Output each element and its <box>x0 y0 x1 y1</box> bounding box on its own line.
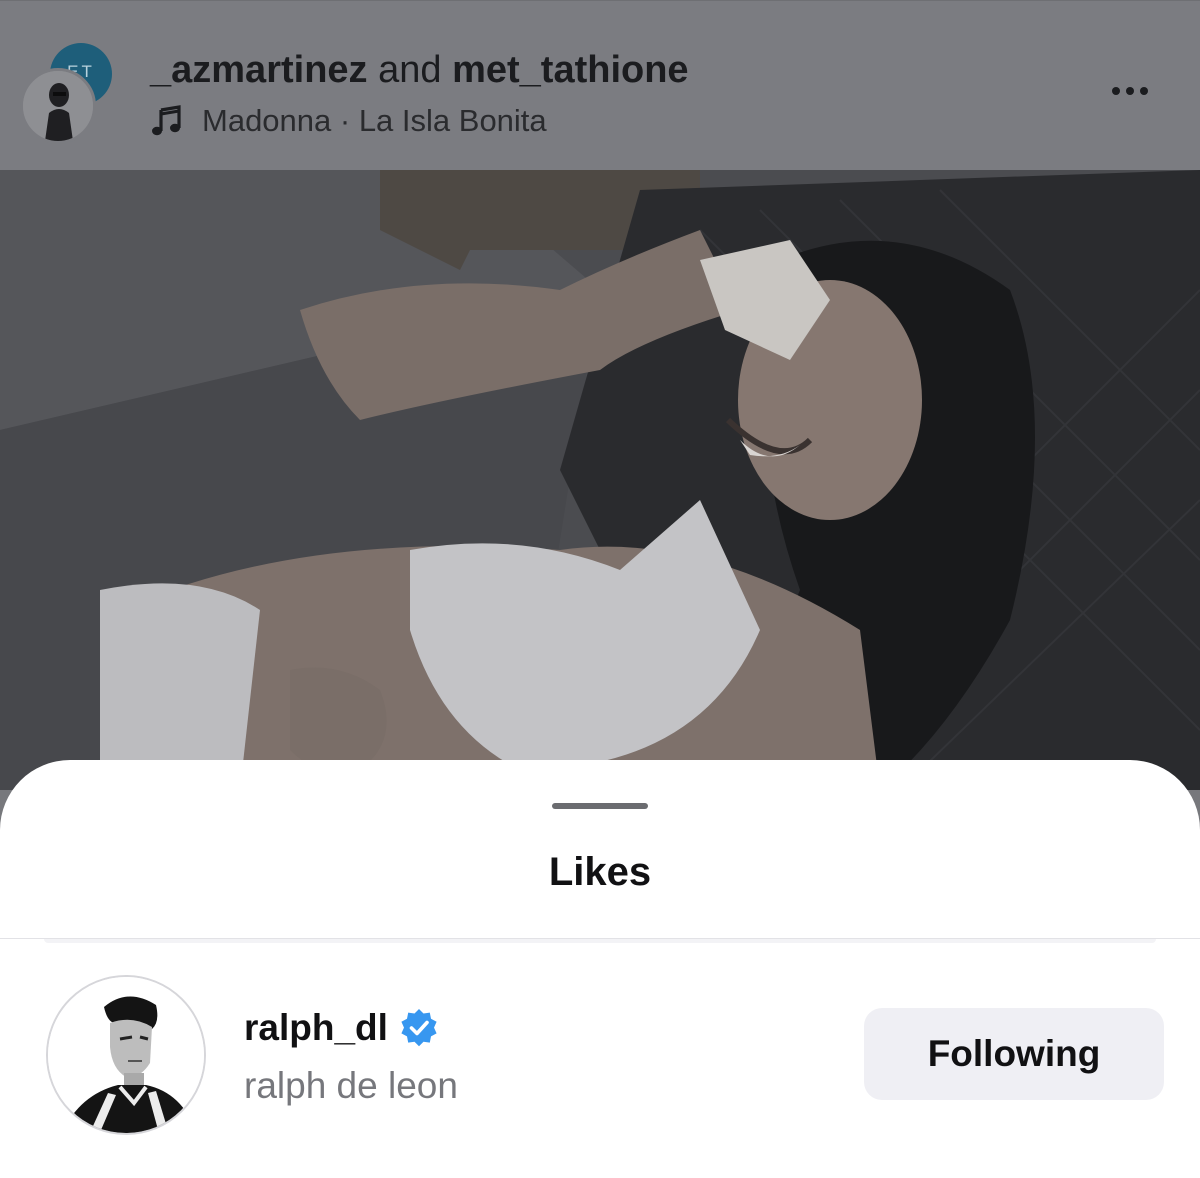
more-horizontal-icon[interactable] <box>1112 87 1148 95</box>
author-username[interactable]: _azmartinez <box>150 49 368 91</box>
post-image <box>0 170 1200 790</box>
like-username[interactable]: ralph_dl <box>244 1007 440 1049</box>
audio-label: Madonna · La Isla Bonita <box>202 103 547 138</box>
music-note-icon <box>152 105 181 136</box>
profile-photo <box>23 71 93 141</box>
avatar[interactable] <box>46 975 206 1135</box>
collab-avatars[interactable]: ET <box>20 43 120 144</box>
username-text: ralph_dl <box>244 1007 388 1048</box>
audio-info[interactable]: Madonna · La Isla Bonita <box>150 103 547 139</box>
following-button[interactable]: Following <box>864 1008 1164 1100</box>
author-joiner: and <box>367 49 453 91</box>
post-header: ET _azmartinez and met_tathione Madonna … <box>0 0 1200 171</box>
sheet-grabber[interactable] <box>552 803 648 809</box>
post-authors: _azmartinez and met_tathione <box>150 49 689 92</box>
post-photo-illustration <box>0 170 1200 790</box>
sheet-title: Likes <box>548 850 652 894</box>
likes-sheet: Likes ralph_dl ralph de leon Following <box>0 760 1200 1178</box>
verified-badge-icon <box>401 1009 437 1047</box>
like-full-name: ralph de leon <box>244 1065 458 1106</box>
profile-photo <box>48 977 204 1133</box>
collab-avatar-primary[interactable] <box>20 68 96 144</box>
search-bar-edge <box>44 939 1156 943</box>
coauthor-username[interactable]: met_tathione <box>452 49 688 91</box>
like-list-item[interactable]: ralph_dl ralph de leon Following <box>0 965 1200 1135</box>
